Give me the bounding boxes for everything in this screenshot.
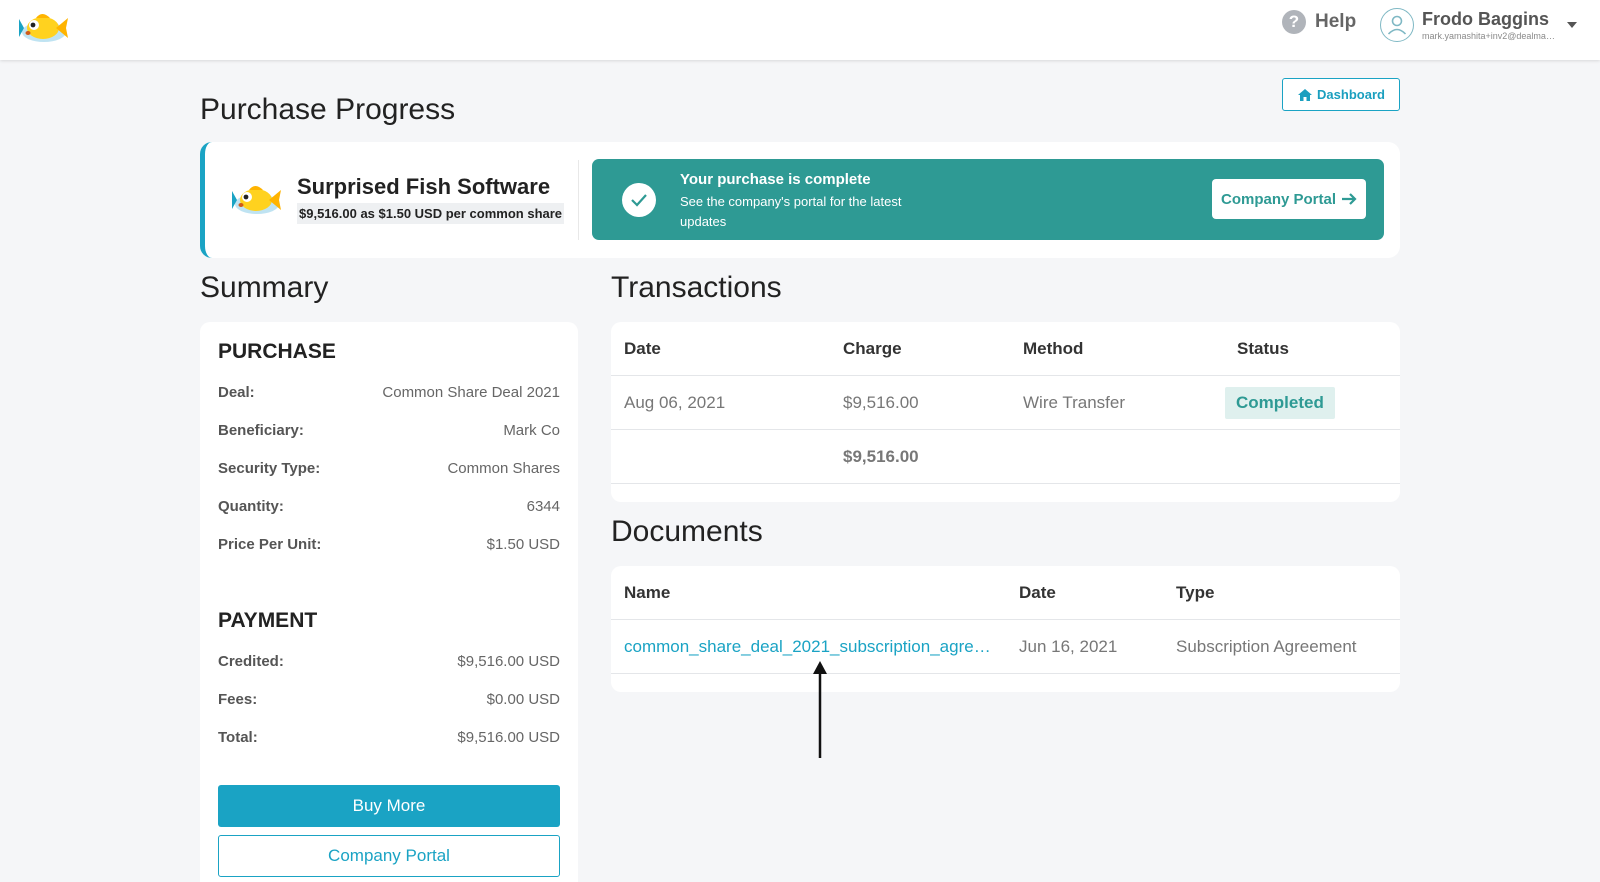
summary-row-security-type: Security Type: Common Shares — [218, 460, 560, 477]
transactions-total-row: $9,516.00 — [611, 430, 1400, 484]
summary-row-credited: Credited: $9,516.00 USD — [218, 653, 560, 670]
transactions-table: Date Charge Method Status Aug 06, 2021 $… — [611, 322, 1400, 502]
total-charge: $9,516.00 — [843, 447, 919, 466]
fish-logo-icon[interactable] — [18, 6, 70, 48]
summary-card: PURCHASE Deal: Common Share Deal 2021 Be… — [200, 322, 578, 882]
arrow-right-icon — [1342, 193, 1357, 205]
transactions-title: Transactions — [611, 271, 782, 304]
transaction-method: Wire Transfer — [1023, 393, 1126, 412]
help-link[interactable]: ? Help — [1282, 10, 1356, 34]
company-portal-button[interactable]: Company Portal — [1212, 179, 1366, 219]
summary-title: Summary — [200, 271, 329, 304]
documents-header-row: Name Date Type — [611, 566, 1400, 620]
company-logo-icon — [231, 178, 283, 220]
dashboard-button[interactable]: Dashboard — [1282, 78, 1400, 111]
column-header-date: Date — [624, 339, 661, 358]
home-icon — [1298, 88, 1313, 101]
column-header-doc-date: Date — [1019, 583, 1056, 602]
buy-more-button[interactable]: Buy More — [218, 785, 560, 827]
column-header-name: Name — [624, 583, 671, 602]
table-row: common_share_deal_2021_subscription_agre… — [611, 620, 1400, 674]
deal-card: Surprised Fish Software $9,516.00 as $1.… — [200, 142, 1400, 258]
column-header-method: Method — [1023, 339, 1084, 358]
user-menu[interactable]: Frodo Baggins mark.yamashita+inv2@dealma… — [1380, 8, 1577, 42]
check-circle-icon — [622, 183, 656, 217]
documents-title: Documents — [611, 515, 763, 548]
divider — [578, 160, 579, 240]
user-email: mark.yamashita+inv2@dealmak... — [1422, 30, 1557, 41]
column-header-status: Status — [1237, 339, 1289, 358]
document-date: Jun 16, 2021 — [1019, 637, 1118, 656]
column-header-type: Type — [1176, 583, 1215, 602]
summary-row-price-per-unit: Price Per Unit: $1.50 USD — [218, 536, 560, 553]
question-icon: ? — [1282, 10, 1306, 34]
top-bar: ? Help Frodo Baggins mark.yamashita+inv2… — [0, 0, 1600, 60]
documents-table: Name Date Type common_share_deal_2021_su… — [611, 566, 1400, 692]
purchase-complete-banner: Your purchase is complete See the compan… — [592, 159, 1384, 240]
summary-row-fees: Fees: $0.00 USD — [218, 691, 560, 708]
transaction-date: Aug 06, 2021 — [624, 393, 726, 412]
summary-row-quantity: Quantity: 6344 — [218, 498, 560, 515]
company-portal-label: Company Portal — [1220, 190, 1337, 208]
status-badge: Completed — [1225, 387, 1335, 419]
price-summary: $9,516.00 as $1.50 USD per common share — [297, 203, 565, 224]
banner-subtitle: See the company's portal for the latest … — [680, 194, 902, 229]
document-link[interactable]: common_share_deal_2021_subscription_agre… — [624, 620, 994, 674]
user-avatar-icon — [1380, 8, 1414, 42]
help-label: Help — [1315, 11, 1357, 32]
dashboard-label: Dashboard — [1317, 87, 1385, 102]
transactions-header-row: Date Charge Method Status — [611, 322, 1400, 376]
transaction-charge: $9,516.00 — [843, 393, 919, 412]
column-header-charge: Charge — [843, 339, 902, 358]
summary-row-beneficiary: Beneficiary: Mark Co — [218, 422, 560, 439]
banner-title: Your purchase is complete — [680, 171, 871, 188]
table-row: Aug 06, 2021 $9,516.00 Wire Transfer Com… — [611, 376, 1400, 430]
user-name: Frodo Baggins — [1422, 8, 1549, 29]
purchase-heading: PURCHASE — [218, 340, 336, 363]
company-name: Surprised Fish Software — [297, 174, 551, 199]
chevron-down-icon — [1567, 22, 1577, 28]
summary-row-deal: Deal: Common Share Deal 2021 — [218, 384, 560, 401]
payment-heading: PAYMENT — [218, 609, 318, 632]
page-title: Purchase Progress — [200, 93, 456, 126]
document-type: Subscription Agreement — [1176, 637, 1357, 656]
summary-row-total: Total: $9,516.00 USD — [218, 729, 560, 746]
annotation-arrow-icon — [813, 661, 827, 758]
company-portal-outline-button[interactable]: Company Portal — [218, 835, 560, 877]
